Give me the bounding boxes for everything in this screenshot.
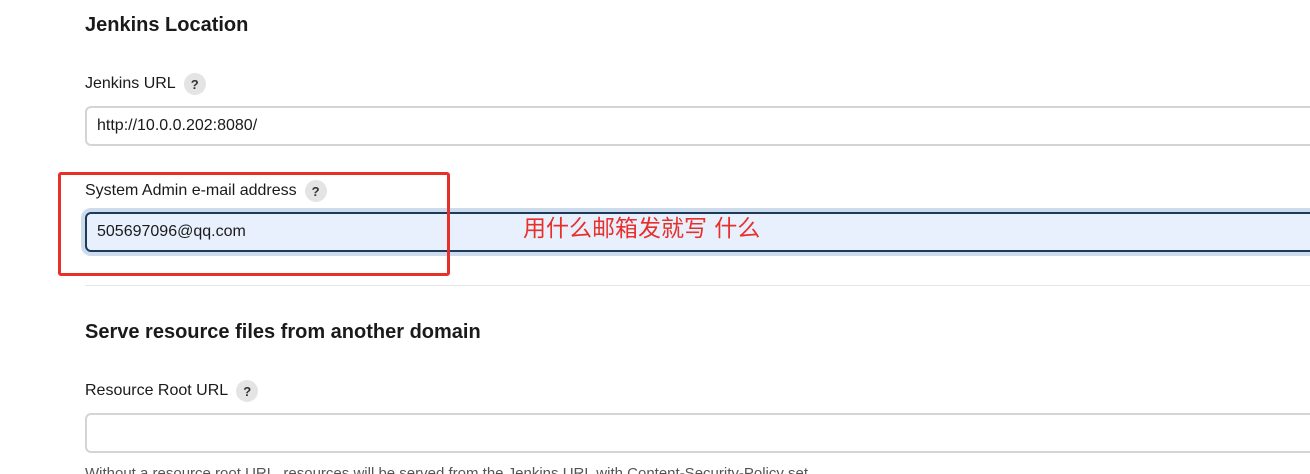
- admin-email-label-row: System Admin e-mail address ?: [85, 180, 327, 202]
- resource-root-url-input[interactable]: [85, 413, 1310, 453]
- resource-root-url-help-icon[interactable]: ?: [236, 380, 259, 402]
- jenkins-url-label-row: Jenkins URL ?: [85, 73, 206, 95]
- jenkins-url-input[interactable]: [85, 106, 1310, 146]
- jenkins-url-label: Jenkins URL: [85, 75, 176, 92]
- admin-email-help-icon[interactable]: ?: [304, 180, 327, 202]
- section-divider: [85, 285, 1310, 286]
- resource-root-url-label-row: Resource Root URL ?: [85, 380, 259, 402]
- jenkins-configure-page: Jenkins Location Jenkins URL ? System Ad…: [0, 0, 1310, 474]
- resource-root-url-label: Resource Root URL: [85, 382, 229, 399]
- resource-domain-heading: Serve resource files from another domain: [85, 321, 481, 343]
- resource-root-url-description: Without a resource root URL, resources w…: [85, 466, 812, 474]
- admin-email-label: System Admin e-mail address: [85, 182, 297, 199]
- jenkins-url-help-icon[interactable]: ?: [183, 73, 206, 95]
- jenkins-location-heading: Jenkins Location: [85, 14, 249, 36]
- annotation-note: 用什么邮箱发就写 什么: [523, 216, 761, 242]
